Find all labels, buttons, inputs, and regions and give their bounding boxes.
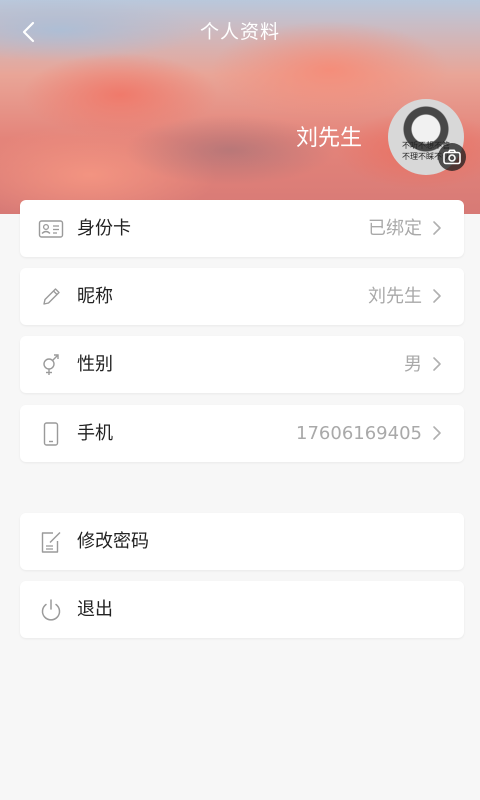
chevron-right-icon bbox=[433, 357, 441, 371]
camera-icon bbox=[443, 149, 461, 165]
phone-row[interactable]: 手机 17606169405 bbox=[20, 405, 464, 462]
page-title: 个人资料 bbox=[199, 21, 280, 43]
header-user-name: 刘先生 bbox=[295, 126, 362, 151]
id-card-value: 已绑定 bbox=[368, 218, 422, 239]
gender-label: 性别 bbox=[77, 354, 113, 375]
edit-password-icon bbox=[41, 532, 61, 553]
nickname-value: 刘先生 bbox=[368, 286, 422, 307]
pencil-icon bbox=[43, 288, 60, 305]
chevron-right-icon bbox=[433, 426, 441, 440]
change-password-row[interactable]: 修改密码 bbox=[20, 513, 464, 570]
phone-icon bbox=[43, 422, 59, 446]
nickname-label: 昵称 bbox=[77, 286, 113, 307]
phone-label: 手机 bbox=[77, 423, 113, 444]
nickname-row[interactable]: 昵称 刘先生 bbox=[20, 268, 464, 325]
change-password-label: 修改密码 bbox=[77, 531, 149, 552]
logout-label: 退出 bbox=[77, 599, 113, 620]
gender-icon bbox=[43, 354, 59, 375]
logout-row[interactable]: 退出 bbox=[20, 581, 464, 638]
chevron-right-icon bbox=[433, 221, 441, 235]
gender-row[interactable]: 性别 男 bbox=[20, 336, 464, 393]
id-card-label: 身份卡 bbox=[77, 218, 131, 239]
change-avatar-button[interactable] bbox=[438, 143, 466, 171]
chevron-right-icon bbox=[433, 289, 441, 303]
profile-header: 个人资料 刘先生 不听不想不管 不理不睬不认 bbox=[0, 0, 480, 214]
gender-value: 男 bbox=[404, 354, 422, 375]
id-card-icon bbox=[38, 220, 64, 238]
id-card-row[interactable]: 身份卡 已绑定 bbox=[20, 200, 464, 257]
phone-value: 17606169405 bbox=[296, 423, 422, 444]
power-icon bbox=[41, 599, 61, 621]
